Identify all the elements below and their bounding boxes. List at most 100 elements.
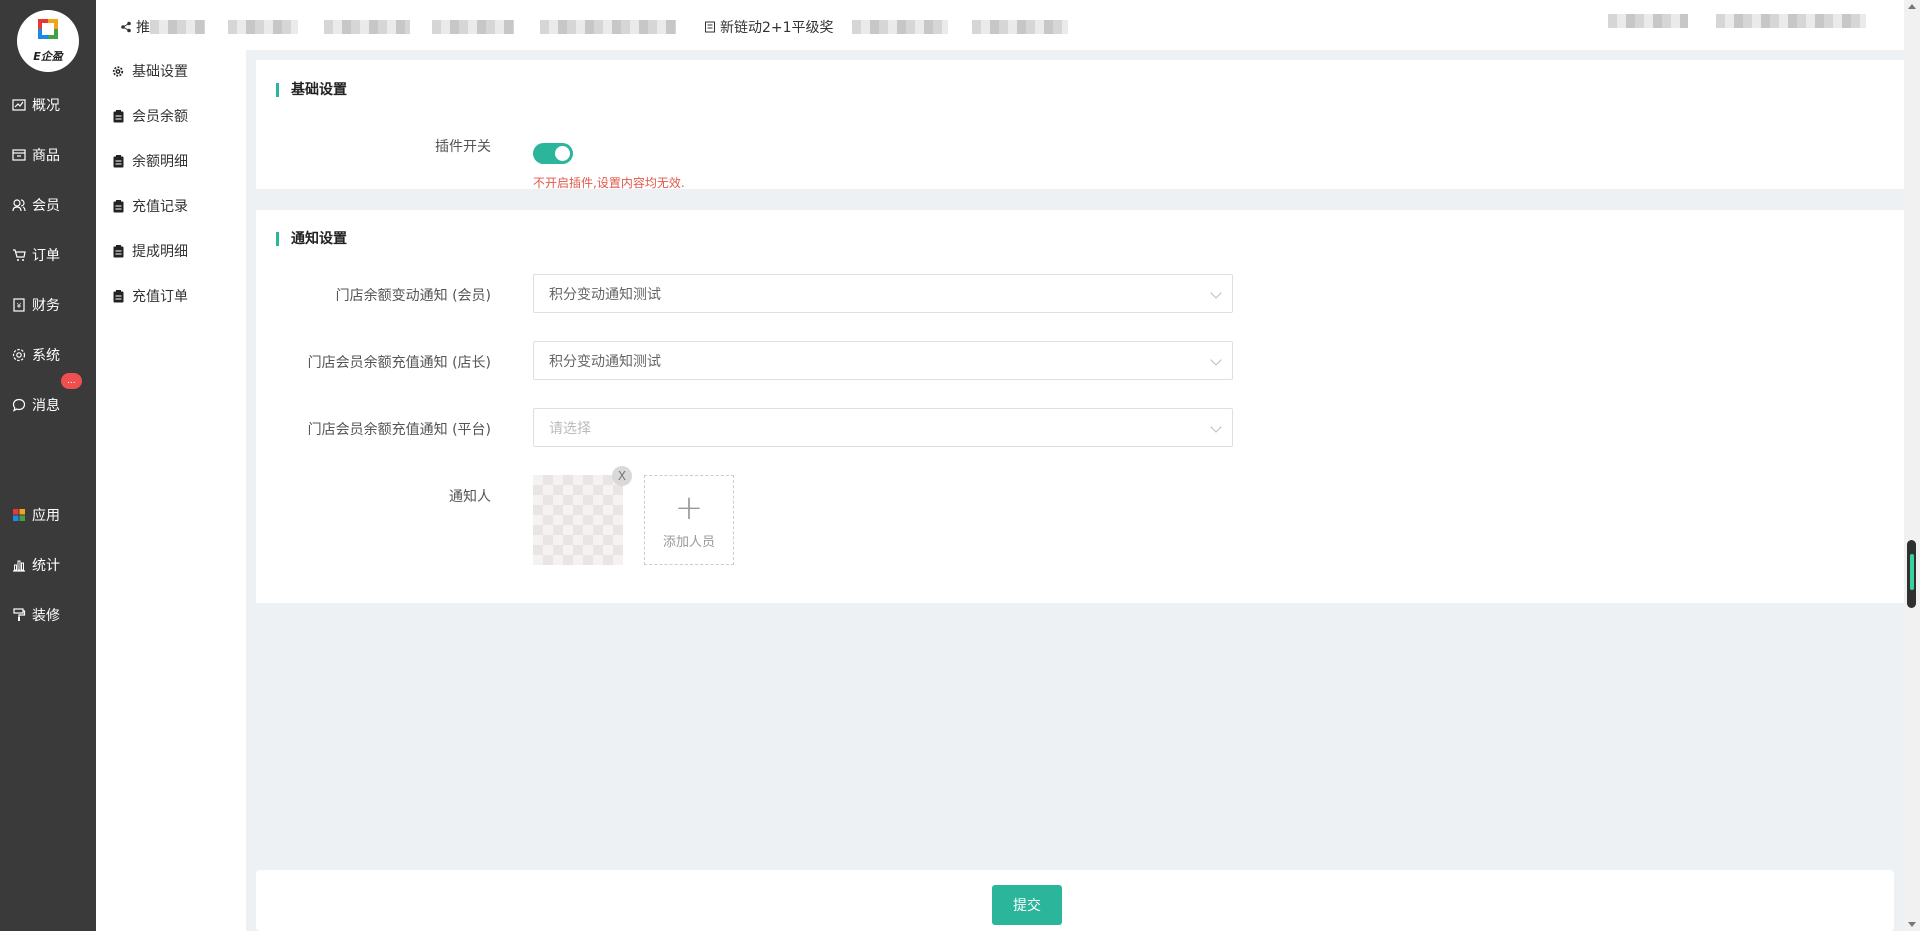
nav-item-decorate[interactable]: 装修 bbox=[0, 595, 96, 635]
share-icon bbox=[121, 21, 131, 33]
notify-field-label: 门店会员余额充值通知 (店长) bbox=[307, 355, 491, 371]
redacted-text bbox=[228, 20, 298, 34]
notifier-avatar bbox=[533, 475, 623, 565]
nav-item-goods[interactable]: 商品 bbox=[0, 135, 96, 175]
subnav-item-label: 会员余额 bbox=[132, 109, 188, 125]
nav-item-label: 消息 bbox=[32, 398, 60, 414]
goods-icon bbox=[11, 147, 27, 163]
nav-item-label: 装修 bbox=[32, 608, 60, 624]
nav-item-message[interactable]: 消息 ... bbox=[0, 373, 96, 425]
top-item-promo[interactable]: 推 bbox=[120, 17, 205, 37]
nav-item-label: 概况 bbox=[32, 98, 60, 114]
footer-bar: 提交 bbox=[256, 870, 1894, 931]
top-bar: 推 新链动2+1平级奖 bbox=[96, 0, 1904, 50]
select-placeholder: 请选择 bbox=[549, 420, 591, 437]
subnav-item-label: 提成明细 bbox=[132, 244, 188, 260]
add-notifier-label: 添加人员 bbox=[662, 534, 715, 550]
finance-icon: ¥ bbox=[11, 297, 27, 313]
subnav-item-basic-settings[interactable]: 基础设置 bbox=[112, 60, 188, 82]
chevron-down-icon bbox=[1210, 421, 1222, 433]
clipboard-icon bbox=[112, 154, 124, 168]
submit-button[interactable]: 提交 bbox=[992, 885, 1062, 925]
notify-field-label: 门店余额变动通知 (会员) bbox=[335, 288, 491, 304]
add-notifier-button[interactable]: + 添加人员 bbox=[644, 475, 734, 565]
select-value: 积分变动通知测试 bbox=[549, 353, 661, 370]
nav-item-label: 会员 bbox=[32, 198, 60, 214]
nav-item-finance[interactable]: ¥ 财务 bbox=[0, 285, 96, 325]
top-item-linkage-award[interactable]: 新链动2+1平级奖 bbox=[704, 17, 834, 37]
redacted-text bbox=[1608, 14, 1688, 28]
clipboard-icon bbox=[112, 199, 124, 213]
gear-icon bbox=[11, 347, 27, 363]
redacted-text bbox=[972, 20, 1068, 34]
nav-item-label: 财务 bbox=[32, 298, 60, 314]
subnav-item-balance-detail[interactable]: 余额明细 bbox=[112, 150, 188, 172]
clipboard-icon bbox=[112, 289, 124, 303]
nav-item-overview[interactable]: 概况 bbox=[0, 85, 96, 125]
remove-notifier-button[interactable]: X bbox=[612, 466, 632, 486]
nav-item-system[interactable]: 系统 bbox=[0, 335, 96, 375]
brand-logo[interactable]: E企盈 bbox=[17, 10, 79, 72]
chart-icon bbox=[11, 97, 27, 113]
notify-settings-panel: 通知设置 门店余额变动通知 (会员) 积分变动通知测试 门店会员余额充值通知 (… bbox=[256, 210, 1904, 603]
subnav-item-label: 充值记录 bbox=[132, 199, 188, 215]
subnav-item-label: 充值订单 bbox=[132, 289, 188, 305]
subnav-item-recharge-records[interactable]: 充值记录 bbox=[112, 195, 188, 217]
svg-text:¥: ¥ bbox=[17, 302, 22, 310]
select-value: 积分变动通知测试 bbox=[549, 286, 661, 303]
redacted-text bbox=[432, 20, 514, 34]
redacted-text bbox=[1716, 14, 1866, 28]
member-icon bbox=[11, 197, 27, 213]
subnav-item-label: 基础设置 bbox=[132, 64, 188, 80]
plugin-switch-toggle[interactable] bbox=[533, 143, 573, 164]
nav-item-orders[interactable]: 订单 bbox=[0, 235, 96, 275]
chevron-down-icon bbox=[1210, 354, 1222, 366]
chevron-down-icon bbox=[1210, 287, 1222, 299]
logo-text: E企盈 bbox=[33, 49, 63, 63]
notify-select-manager[interactable]: 积分变动通知测试 bbox=[533, 341, 1233, 380]
scroll-thumb[interactable] bbox=[1907, 540, 1916, 608]
subnav-item-label: 余额明细 bbox=[132, 154, 188, 170]
message-icon bbox=[11, 397, 27, 413]
clipboard-icon bbox=[112, 109, 124, 123]
nav-item-label: 系统 bbox=[32, 348, 60, 364]
plugin-hint-text: 不开启插件,设置内容均无效. bbox=[533, 176, 685, 190]
stats-icon bbox=[11, 557, 27, 573]
apps-icon bbox=[11, 507, 27, 523]
nav-item-member[interactable]: 会员 bbox=[0, 185, 96, 225]
clipboard-icon bbox=[112, 244, 124, 258]
plus-icon: + bbox=[674, 487, 704, 528]
redacted-text bbox=[324, 20, 410, 34]
subnav-item-member-balance[interactable]: 会员余额 bbox=[112, 105, 188, 127]
nav-item-label: 应用 bbox=[32, 508, 60, 524]
page-scrollbar[interactable] bbox=[1904, 0, 1920, 931]
top-item-label: 推 bbox=[136, 20, 150, 36]
nav-item-label: 订单 bbox=[32, 248, 60, 264]
top-item-label: 新链动2+1平级奖 bbox=[720, 20, 834, 36]
notify-field-label: 门店会员余额充值通知 (平台) bbox=[307, 422, 491, 438]
nav-item-apps[interactable]: 应用 bbox=[0, 495, 96, 535]
paint-roller-icon bbox=[11, 607, 27, 623]
notify-select-platform[interactable]: 请选择 bbox=[533, 408, 1233, 447]
scroll-down-icon[interactable] bbox=[1908, 922, 1916, 927]
notify-select-member[interactable]: 积分变动通知测试 bbox=[533, 274, 1233, 313]
nav-item-stats[interactable]: 统计 bbox=[0, 545, 96, 585]
notifier-label: 通知人 bbox=[449, 489, 491, 505]
plugin-switch-label: 插件开关 bbox=[435, 139, 491, 155]
subnav-item-commission-detail[interactable]: 提成明细 bbox=[112, 240, 188, 262]
sub-navigation: 基础设置 会员余额 余额明细 充值记录 提成明细 充值订单 bbox=[96, 50, 246, 931]
redacted-text bbox=[150, 20, 205, 34]
document-icon bbox=[705, 21, 715, 33]
section-title-basic: 基础设置 bbox=[276, 83, 347, 97]
redacted-text bbox=[540, 20, 676, 34]
nav-item-label: 统计 bbox=[32, 558, 60, 574]
section-title-notify: 通知设置 bbox=[276, 232, 347, 246]
gear-icon bbox=[112, 65, 124, 78]
message-badge: ... bbox=[61, 373, 82, 389]
redacted-text bbox=[852, 20, 948, 34]
basic-settings-panel: 基础设置 插件开关 不开启插件,设置内容均无效. bbox=[256, 60, 1904, 190]
logo-mark-icon bbox=[34, 18, 62, 47]
subnav-item-recharge-orders[interactable]: 充值订单 bbox=[112, 285, 188, 307]
main-sidebar: E企盈 概况 商品 会员 订单 ¥ 财务 系统 消息 ... 应用 统计 装修 bbox=[0, 0, 96, 931]
scroll-up-icon[interactable] bbox=[1908, 4, 1916, 9]
